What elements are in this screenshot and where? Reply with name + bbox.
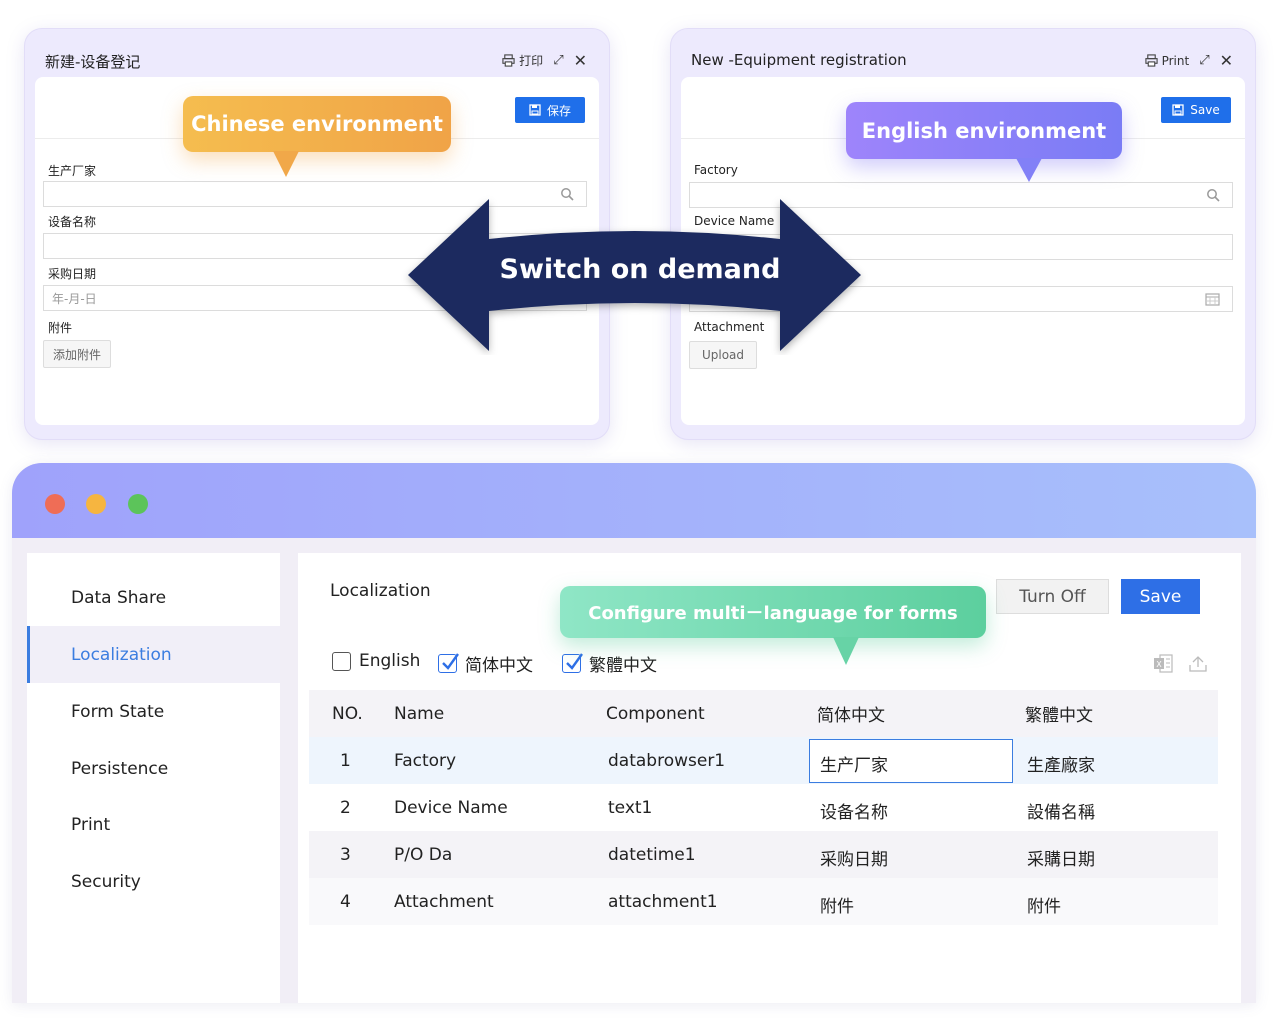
check-icon [566, 653, 583, 670]
window-title: 新建-设备登记 [45, 53, 141, 71]
column-header: 繁體中文 [1025, 706, 1093, 726]
checkbox-unchecked[interactable] [332, 651, 351, 671]
sidebar-item-form-state[interactable]: Form State [27, 683, 280, 740]
field-label-factory: 生产厂家 [48, 164, 97, 178]
switch-label: Switch on demand [499, 254, 781, 285]
row-number: 4 [340, 891, 351, 912]
row-name: Attachment [394, 891, 494, 912]
row-name: P/O Da [394, 844, 453, 865]
field-label-purchase-date: 采购日期 [48, 267, 97, 281]
traditional-translation[interactable]: 設備名稱 [1027, 787, 1095, 834]
field-label-device-name: 设备名称 [48, 215, 97, 229]
close-icon[interactable]: ✕ [574, 51, 587, 70]
expand-icon[interactable]: ⤢ [1199, 53, 1209, 68]
excel-export-icon[interactable]: X [1153, 654, 1173, 673]
turn-off-button[interactable]: Turn Off [996, 579, 1109, 614]
window-toolbar: 打印 ⤢ ✕ [502, 51, 587, 70]
save-button[interactable]: 保存 [515, 97, 585, 123]
row-number: 3 [340, 844, 351, 865]
search-icon [1207, 189, 1220, 202]
save-button[interactable]: Save [1161, 97, 1231, 123]
table-row[interactable]: 2 Device Name text1 设备名称 設備名稱 [309, 784, 1218, 831]
traditional-translation[interactable]: 附件 [1027, 881, 1061, 928]
table-row[interactable]: 3 P/O Da datetime1 采购日期 采購日期 [309, 831, 1218, 878]
row-component: datetime1 [608, 844, 696, 865]
simplified-translation[interactable]: 附件 [820, 881, 854, 928]
svg-text:X: X [1156, 660, 1162, 669]
switch-double-arrow: Switch on demand [400, 195, 870, 359]
language-label: English [359, 651, 421, 671]
page-title: Localization [330, 581, 431, 601]
printer-icon [502, 54, 515, 67]
print-label: Print [1161, 53, 1190, 68]
row-component: databrowser1 [608, 750, 726, 771]
callout-text: Chinese environment [191, 112, 443, 136]
row-number: 2 [340, 797, 351, 818]
callout-pointer [273, 151, 299, 177]
print-button[interactable]: 打印 [502, 52, 543, 69]
checkbox-checked[interactable] [562, 653, 583, 673]
sidebar-item-localization[interactable]: Localization [27, 626, 280, 683]
traditional-translation[interactable]: 采購日期 [1027, 834, 1095, 881]
check-icon [442, 653, 459, 670]
sidebar-item-security[interactable]: Security [27, 853, 280, 910]
simplified-translation[interactable]: 生产厂家 [820, 740, 888, 787]
close-dot[interactable] [45, 494, 65, 514]
save-label: Save [1190, 103, 1220, 117]
upload-button[interactable]: 添加附件 [43, 340, 111, 368]
language-option-english[interactable]: English [332, 651, 420, 671]
calendar-icon [1205, 293, 1220, 306]
date-placeholder: 年-月-日 [52, 291, 97, 306]
configure-multi-language-callout: Configure multi－language for forms [560, 586, 986, 665]
language-option-traditional-chinese[interactable]: 繁體中文 [562, 651, 657, 676]
row-component: attachment1 [608, 891, 718, 912]
row-name: Factory [394, 750, 457, 771]
table-header: NO. Name Component 简体中文 繁體中文 [309, 690, 1218, 737]
expand-icon[interactable]: ⤢ [553, 53, 563, 68]
window-toolbar: Print ⤢ ✕ [1144, 51, 1233, 70]
save-label: 保存 [546, 103, 571, 118]
field-label-attachment: 附件 [48, 321, 73, 335]
simplified-translation[interactable]: 采购日期 [820, 834, 888, 881]
callout-text: Configure multi－language for forms [588, 603, 958, 624]
print-label: 打印 [519, 54, 544, 68]
window-title: New -Equipment registration [691, 51, 907, 69]
callout-pointer [1016, 158, 1042, 182]
sidebar-item-persistence[interactable]: Persistence [27, 740, 280, 797]
sidebar-item-data-share[interactable]: Data Share [27, 569, 280, 626]
upload-icon[interactable] [1188, 654, 1208, 673]
minimize-dot[interactable] [86, 494, 106, 514]
title-bar [12, 463, 1256, 538]
language-option-simplified-chinese[interactable]: 简体中文 [438, 651, 533, 676]
chinese-environment-callout: Chinese environment [183, 96, 451, 177]
row-number: 1 [340, 750, 351, 771]
save-button[interactable]: Save [1121, 579, 1200, 614]
table-row[interactable]: 1 Factory databrowser1 生产厂家 生產廠家 [309, 737, 1218, 784]
localization-app-window: Data Share Localization Form State Persi… [12, 463, 1256, 1003]
field-label-factory: Factory [694, 163, 738, 177]
settings-sidebar: Data Share Localization Form State Persi… [27, 553, 280, 1003]
english-environment-callout: English environment [846, 102, 1122, 182]
column-header: Component [606, 703, 705, 724]
maximize-dot[interactable] [128, 494, 148, 514]
language-label: 简体中文 [465, 656, 533, 676]
printer-icon [1144, 54, 1158, 67]
traditional-translation[interactable]: 生產廠家 [1027, 740, 1095, 787]
column-header: NO. [332, 703, 363, 724]
simplified-translation[interactable]: 设备名称 [820, 787, 888, 834]
floppy-icon [1172, 104, 1184, 116]
checkbox-checked[interactable] [438, 653, 459, 673]
print-button[interactable]: Print [1144, 53, 1190, 68]
row-component: text1 [608, 797, 653, 818]
column-header: 简体中文 [817, 706, 885, 726]
callout-pointer [833, 637, 859, 665]
language-label: 繁體中文 [589, 656, 657, 676]
floppy-icon [529, 104, 541, 116]
callout-text: English environment [861, 118, 1107, 143]
row-name: Device Name [394, 797, 508, 818]
close-icon[interactable]: ✕ [1220, 51, 1233, 70]
table-row[interactable]: 4 Attachment attachment1 附件 附件 [309, 878, 1218, 925]
sidebar-item-print[interactable]: Print [27, 796, 280, 853]
column-header: Name [394, 703, 445, 724]
